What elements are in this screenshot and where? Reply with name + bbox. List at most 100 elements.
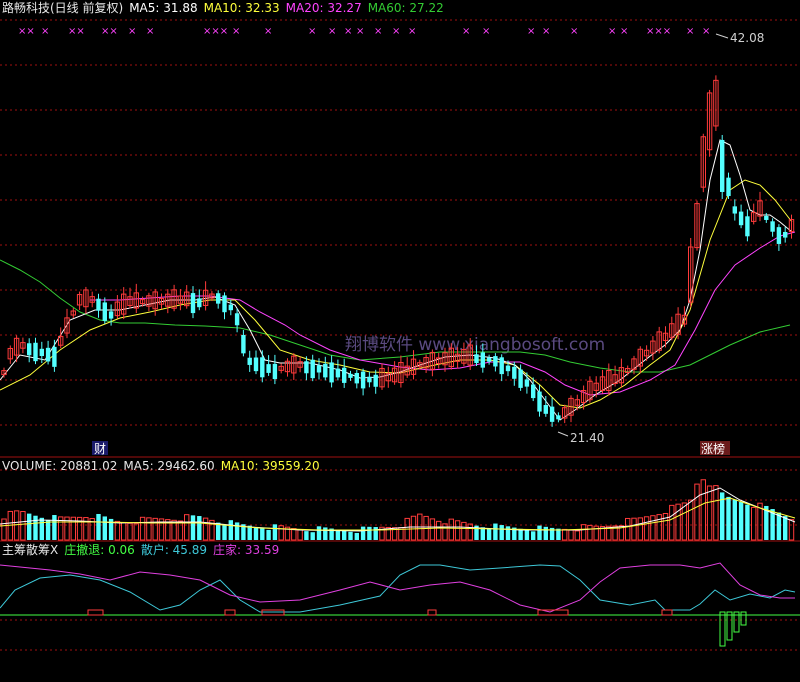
high-leader bbox=[715, 33, 729, 39]
marker-glyph: ×× bbox=[101, 26, 118, 37]
marker-glyph: × bbox=[408, 26, 416, 37]
marker-glyph: × bbox=[232, 26, 240, 37]
marker-glyph: × bbox=[264, 26, 272, 37]
candle-down bbox=[486, 357, 492, 362]
top-markers: ×× × ×× ×× × × ××× × × × × × × × × × × × × × × × × ××× × × bbox=[18, 26, 710, 37]
volume-bar-up bbox=[637, 517, 643, 541]
volume-bar-down bbox=[222, 524, 227, 540]
candle-down bbox=[197, 298, 202, 308]
volume-bar-up bbox=[587, 524, 593, 541]
marker-glyph: × bbox=[356, 26, 364, 37]
candle-down bbox=[512, 366, 517, 379]
volume-bar-up bbox=[700, 479, 706, 541]
volume-bar-down bbox=[360, 526, 366, 540]
indicator-red-block bbox=[661, 609, 673, 616]
volume-bar-up bbox=[694, 483, 700, 541]
volume-bar-down bbox=[505, 526, 511, 540]
candle-down bbox=[316, 365, 322, 373]
candle-down bbox=[39, 348, 44, 357]
candle-down bbox=[770, 221, 775, 232]
volume-bar-up bbox=[410, 515, 417, 541]
volume-bar-up bbox=[669, 504, 675, 541]
volume-bar-down bbox=[216, 522, 221, 540]
marker-glyph: ××× bbox=[203, 26, 228, 37]
volume-bar-up bbox=[467, 523, 473, 541]
volume-bar-down bbox=[304, 531, 309, 540]
volume-bar-up bbox=[139, 516, 146, 541]
marker-glyph: × bbox=[570, 26, 578, 37]
candle-down bbox=[543, 405, 548, 414]
candle-down bbox=[253, 357, 259, 372]
candle-down bbox=[480, 352, 485, 368]
volume-bar-up bbox=[656, 514, 662, 541]
candle-down bbox=[549, 406, 555, 422]
marker-glyph: × bbox=[542, 26, 550, 37]
marker-glyph: × bbox=[392, 26, 400, 37]
candle-down bbox=[776, 227, 782, 244]
tag-cai-label: 财 bbox=[94, 442, 106, 456]
indicator-red-block bbox=[427, 609, 437, 616]
low-leader bbox=[557, 431, 569, 437]
marker-glyph: × bbox=[462, 26, 470, 37]
marker-glyph: × bbox=[702, 26, 710, 37]
marker-glyph: × bbox=[128, 26, 136, 37]
volume-bar-down bbox=[373, 527, 378, 540]
marker-glyph: × bbox=[41, 26, 49, 37]
indicator-lines bbox=[0, 562, 800, 647]
marker-glyph: × bbox=[328, 26, 336, 37]
volume-bar-up bbox=[291, 528, 297, 541]
marker-glyph: × bbox=[527, 26, 535, 37]
indicator-red-block bbox=[87, 609, 104, 616]
low-annotation: 21.40 bbox=[557, 431, 604, 445]
ma20-line bbox=[90, 231, 796, 396]
volume-bar-up bbox=[184, 514, 190, 541]
volume-bar-down bbox=[486, 528, 492, 540]
volume-bar-up bbox=[133, 523, 140, 541]
marker-glyph: × bbox=[608, 26, 616, 37]
candle-down bbox=[745, 216, 750, 237]
volume-bar-up bbox=[751, 506, 757, 541]
candle-down bbox=[348, 373, 353, 378]
volume-bar-down bbox=[266, 529, 271, 540]
volume-bar-down bbox=[738, 502, 744, 540]
tag-zhangbang-label: 涨榜 bbox=[701, 441, 725, 456]
ma10-line bbox=[0, 179, 793, 409]
volume-bar-up bbox=[436, 520, 442, 541]
candle-down bbox=[764, 215, 769, 220]
candle-down bbox=[367, 376, 372, 383]
candle-down bbox=[373, 374, 378, 387]
candle-down bbox=[45, 347, 51, 362]
candle-down bbox=[493, 356, 498, 367]
candle-down bbox=[241, 334, 246, 354]
candle-down bbox=[335, 368, 341, 378]
indicator-red-block bbox=[224, 609, 236, 616]
candlesticks bbox=[1, 75, 795, 427]
marker-glyph: × bbox=[482, 26, 490, 37]
volume-bar-up bbox=[568, 529, 574, 541]
volume-bar-up bbox=[442, 523, 448, 541]
candle-down bbox=[222, 295, 227, 313]
candle-down bbox=[342, 367, 347, 383]
candle-down bbox=[556, 415, 561, 420]
withdraw-bar bbox=[726, 611, 733, 641]
candle-down bbox=[234, 313, 240, 326]
ma5-path bbox=[0, 139, 793, 421]
candle-down bbox=[96, 298, 101, 311]
volume-bars bbox=[1, 479, 795, 541]
candle-down bbox=[524, 379, 530, 387]
candle-down bbox=[474, 354, 479, 364]
volume-bar-down bbox=[197, 516, 202, 540]
volume-bar-down bbox=[27, 513, 32, 540]
ma10-path bbox=[0, 179, 793, 409]
volume-bar-up bbox=[1, 518, 7, 541]
candle-down bbox=[537, 391, 542, 412]
candle-down bbox=[108, 311, 114, 319]
low-label: 21.40 bbox=[570, 431, 604, 445]
volume-bar-up bbox=[448, 518, 455, 541]
candle-down bbox=[720, 139, 725, 192]
volume-bar-down bbox=[518, 528, 523, 540]
high-annotation: 42.08 bbox=[715, 31, 764, 45]
volume-bar-up bbox=[650, 515, 656, 541]
volume-bar-up bbox=[177, 520, 184, 541]
marker-glyph: ×× bbox=[68, 26, 85, 37]
